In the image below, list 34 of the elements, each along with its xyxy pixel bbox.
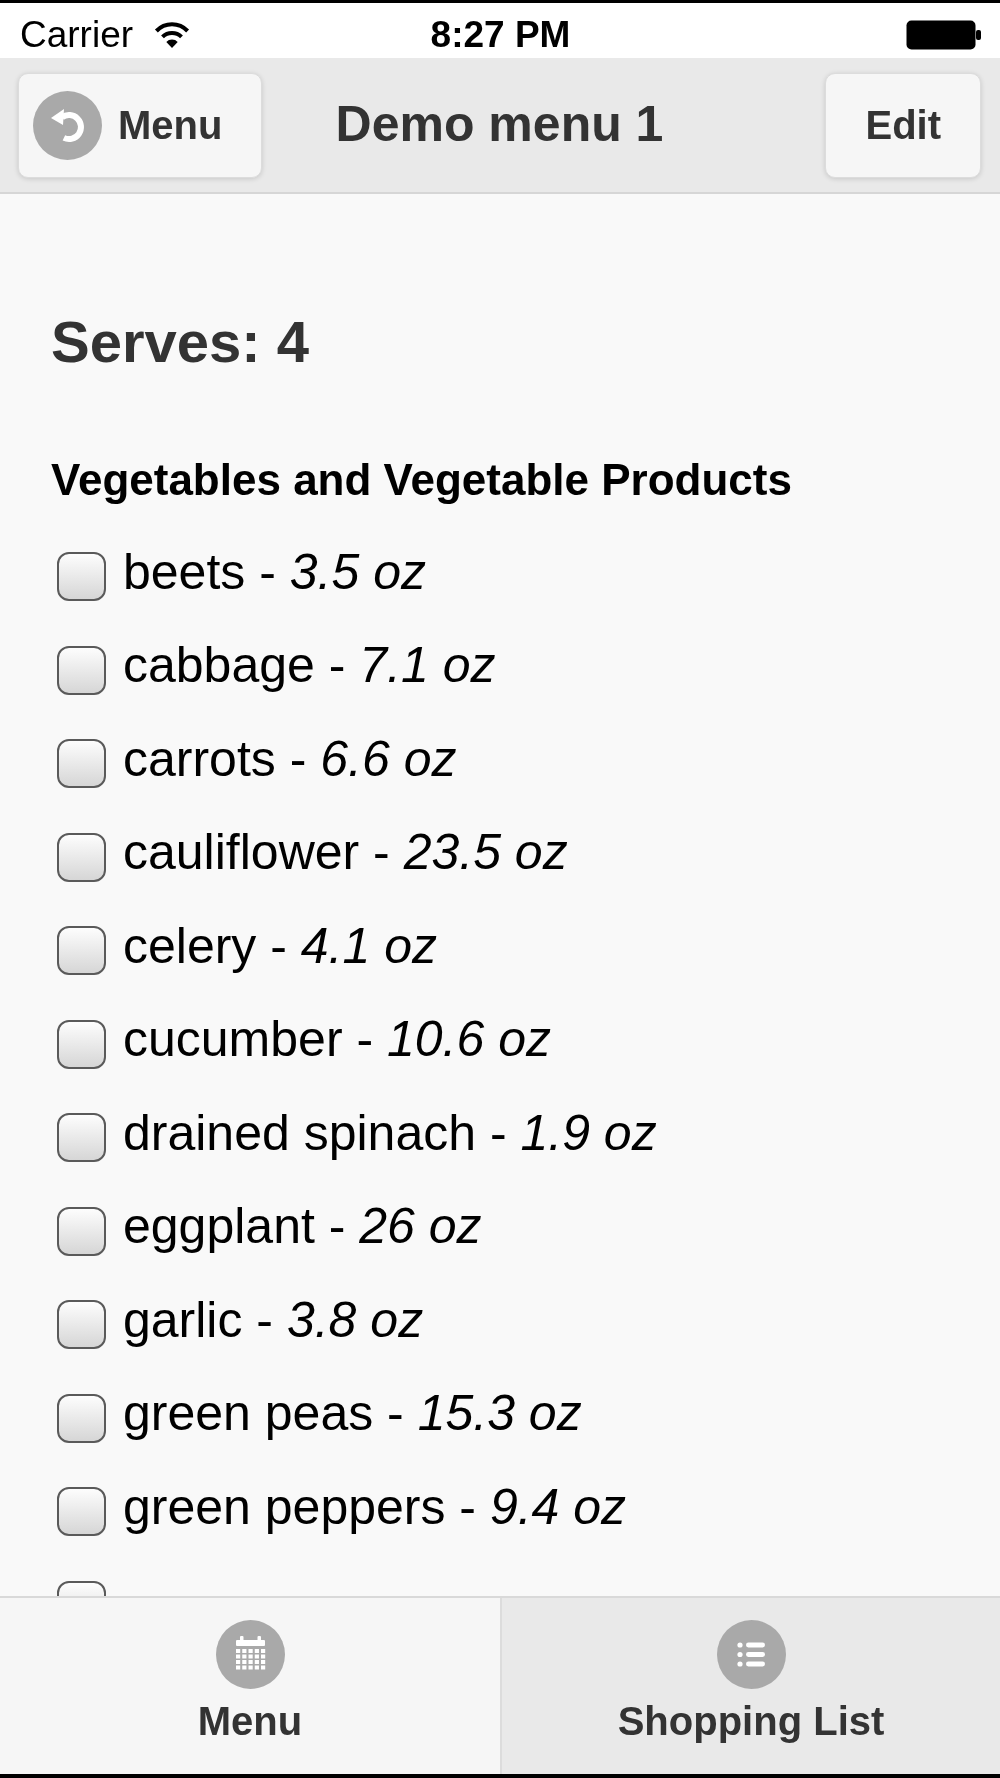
- menu-button[interactable]: Menu: [18, 72, 263, 178]
- checkbox[interactable]: [57, 1206, 106, 1256]
- checkbox[interactable]: [57, 552, 106, 602]
- battery-icon: [906, 19, 981, 50]
- category-heading: Vegetables and Vegetable Products: [51, 454, 792, 506]
- checkbox[interactable]: [57, 1300, 106, 1350]
- carrier-name: Carrier: [20, 12, 134, 57]
- checkbox[interactable]: [57, 739, 106, 789]
- checkbox[interactable]: [57, 1113, 106, 1163]
- item-label: beets - 3.5 oz: [123, 543, 426, 600]
- clock-time: 8:27 PM: [430, 13, 571, 55]
- item-label: garlic - 3.8 oz: [123, 1291, 424, 1348]
- item-label: carrots - 6.6 oz: [123, 730, 457, 787]
- item-label: cabbage - 7.1 oz: [123, 637, 496, 694]
- checkbox[interactable]: [57, 1019, 106, 1069]
- list-icon: [716, 1620, 786, 1689]
- checkbox[interactable]: [57, 645, 106, 695]
- item-label: eggplant - 26 oz: [123, 1198, 482, 1255]
- calendar-icon: [215, 1620, 285, 1689]
- edit-button[interactable]: Edit: [825, 72, 981, 178]
- checkbox[interactable]: [57, 832, 106, 882]
- item-label: drained spinach - 1.9 oz: [123, 1104, 657, 1161]
- tab[interactable]: Shopping List: [500, 1598, 1000, 1774]
- item-label: green peppers - 9.4 oz: [123, 1478, 627, 1535]
- checkbox[interactable]: [57, 1487, 106, 1537]
- serves-count: Serves: 4: [51, 308, 309, 376]
- page-title: Demo menu 1: [335, 95, 664, 154]
- item-label: celery - 4.1 oz: [123, 917, 438, 974]
- checkbox[interactable]: [57, 926, 106, 976]
- checkbox[interactable]: [57, 1393, 106, 1443]
- item-label: cauliflower - 23.5 oz: [123, 824, 568, 881]
- wifi-icon: [153, 20, 192, 49]
- item-label: cucumber - 10.6 oz: [123, 1011, 551, 1068]
- item-label: green peas - 15.3 oz: [123, 1385, 582, 1442]
